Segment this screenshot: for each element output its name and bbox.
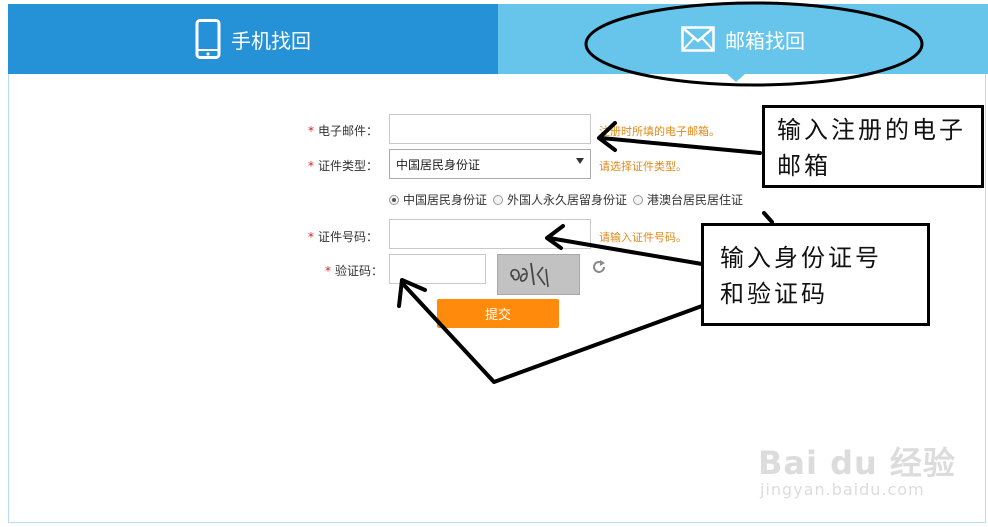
- tab-phone-label: 手机找回: [231, 28, 311, 53]
- tab-email-recovery[interactable]: 邮箱找回: [498, 4, 988, 74]
- annotation-email-note: 输入注册的电子 邮箱: [762, 105, 984, 188]
- annotation-id-note: 输入身份证号 和验证码: [701, 223, 930, 326]
- id-type-hint: 请选择证件类型。: [599, 160, 687, 173]
- radio-id-hk-macao-taiwan[interactable]: 港澳台居民居住证: [633, 191, 743, 208]
- radio-id-mainland[interactable]: 中国居民身份证: [389, 191, 487, 208]
- email-input[interactable]: [389, 114, 591, 144]
- id-type-selected: 中国居民身份证: [396, 157, 481, 172]
- tab-email-label: 邮箱找回: [725, 28, 805, 53]
- refresh-captcha-icon[interactable]: [591, 259, 607, 275]
- dropdown-arrow-icon: [576, 158, 584, 164]
- radio-button-icon[interactable]: [633, 194, 644, 205]
- radio-id-foreigner[interactable]: 外国人永久居留身份证: [493, 191, 627, 208]
- id-type-radio-group: 中国居民身份证 外国人永久居留身份证 港澳台居民居住证: [389, 191, 749, 208]
- baidu-jingyan-watermark: Bai du 经验 jingyan.baidu.com: [758, 438, 956, 499]
- radio-button-icon[interactable]: [493, 194, 504, 205]
- recovery-tabs: 手机找回 邮箱找回: [8, 4, 988, 74]
- radio-button-icon[interactable]: [389, 194, 399, 205]
- mobile-phone-icon: [195, 19, 221, 59]
- captcha-scribble: [510, 262, 549, 288]
- id-type-select[interactable]: 中国居民身份证: [389, 149, 591, 179]
- watermark-logo: Bai du 经验: [758, 444, 956, 482]
- captcha-image[interactable]: [497, 254, 580, 295]
- watermark-url: jingyan.baidu.com: [760, 480, 925, 499]
- envelope-icon: [681, 26, 715, 52]
- email-label: * 电子邮件：: [308, 124, 379, 138]
- id-number-input[interactable]: [389, 219, 591, 249]
- submit-button[interactable]: 提交: [437, 299, 559, 328]
- email-hint: 注册时所填的电子邮箱。: [599, 125, 720, 138]
- id-type-label: * 证件类型：: [308, 159, 379, 173]
- captcha-input[interactable]: [389, 254, 486, 284]
- id-number-hint: 请输入证件号码。: [599, 231, 687, 244]
- captcha-label: * 验证码：: [325, 264, 384, 278]
- id-number-label: * 证件号码：: [308, 230, 379, 244]
- tab-phone-recovery[interactable]: 手机找回: [8, 4, 498, 74]
